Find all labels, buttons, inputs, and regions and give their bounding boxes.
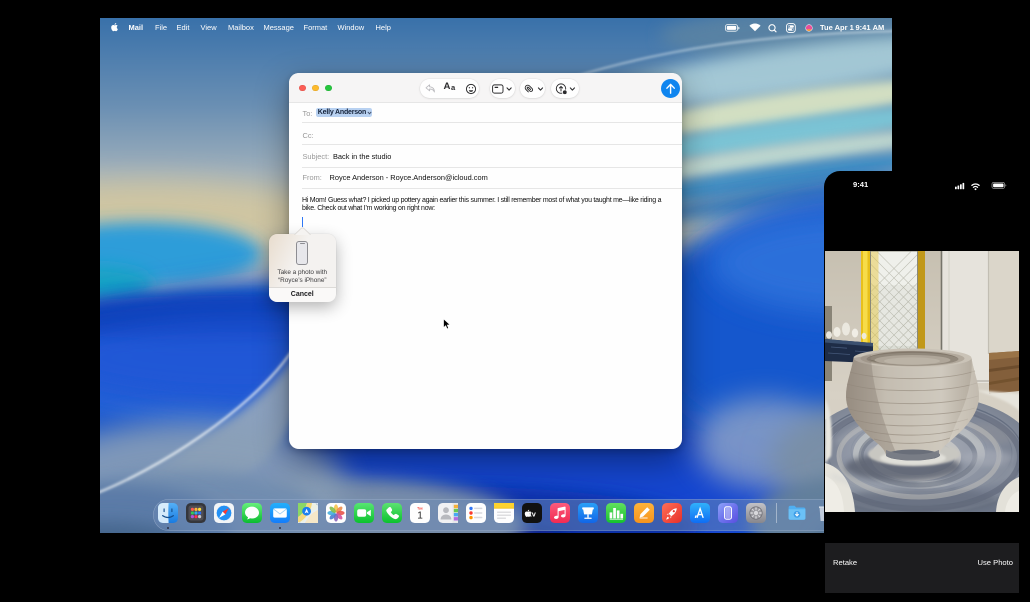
svg-text:1: 1	[417, 511, 423, 522]
svg-text:tv: tv	[529, 509, 536, 518]
